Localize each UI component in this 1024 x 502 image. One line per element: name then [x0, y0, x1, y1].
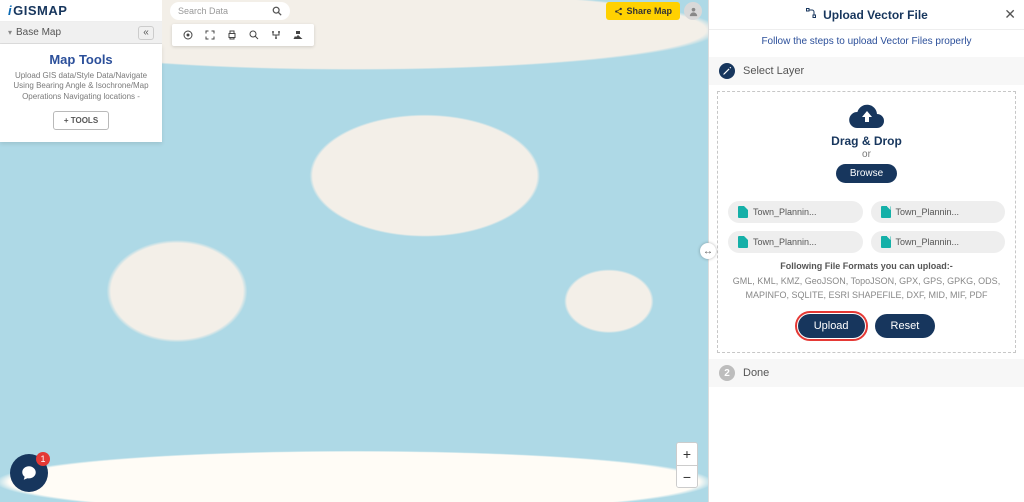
- drop-zone[interactable]: Drag & Drop or Browse Town_Plannin... To…: [717, 91, 1016, 353]
- panel-resize-handle[interactable]: ↔: [700, 243, 716, 259]
- close-icon[interactable]: ✕: [1004, 6, 1016, 23]
- step-2-number: 2: [719, 365, 735, 381]
- fullscreen-icon[interactable]: [204, 29, 216, 41]
- caret-down-icon: ▾: [8, 28, 12, 37]
- tools-button[interactable]: + TOOLS: [53, 111, 109, 130]
- search-tool-icon[interactable]: [248, 29, 260, 41]
- drag-drop-label: Drag & Drop: [831, 134, 902, 148]
- upload-title: Upload Vector File: [823, 8, 928, 22]
- browse-button[interactable]: Browse: [836, 164, 897, 183]
- reset-button[interactable]: Reset: [875, 314, 936, 338]
- brand-i: i: [8, 3, 12, 18]
- zoom-control: + −: [676, 442, 698, 488]
- action-buttons: Upload Reset: [798, 314, 936, 338]
- share-tool-icon[interactable]: [270, 29, 282, 41]
- file-icon: [881, 206, 891, 218]
- uploaded-files: Town_Plannin... Town_Plannin... Town_Pla…: [728, 201, 1005, 253]
- file-icon: [738, 236, 748, 248]
- zoom-out-button[interactable]: −: [677, 465, 697, 487]
- file-chip[interactable]: Town_Plannin...: [728, 201, 863, 223]
- basemap-toggle[interactable]: ▾Base Map «: [0, 22, 162, 44]
- formats-list: GML, KML, KMZ, GeoJSON, TopoJSON, GPX, G…: [728, 275, 1005, 302]
- upload-button[interactable]: Upload: [798, 314, 865, 338]
- search-input[interactable]: Search Data: [170, 2, 290, 20]
- file-name: Town_Plannin...: [896, 207, 960, 217]
- or-label: or: [862, 149, 871, 160]
- user-avatar[interactable]: [684, 2, 702, 20]
- share-icon: [614, 7, 623, 16]
- brand-bar: iGISMAP: [0, 0, 162, 22]
- map-tools-card: Map Tools Upload GIS data/Style Data/Nav…: [0, 44, 162, 142]
- file-icon: [881, 236, 891, 248]
- file-icon: [738, 206, 748, 218]
- file-chip[interactable]: Town_Plannin...: [871, 201, 1006, 223]
- print-icon[interactable]: [226, 29, 238, 41]
- chat-badge: 1: [36, 452, 50, 466]
- search-icon: [272, 6, 282, 16]
- tools-desc: Upload GIS data/Style Data/Navigate Usin…: [10, 71, 152, 102]
- search-placeholder: Search Data: [178, 6, 228, 16]
- chat-button[interactable]: 1: [10, 454, 48, 492]
- file-name: Town_Plannin...: [753, 237, 817, 247]
- upload-header: Upload Vector File ✕: [709, 0, 1024, 30]
- step-2-row[interactable]: 2 Done: [709, 359, 1024, 387]
- step-1-row[interactable]: Select Layer: [709, 57, 1024, 85]
- file-chip[interactable]: Town_Plannin...: [728, 231, 863, 253]
- step-2-label: Done: [743, 367, 769, 379]
- brand-gis: GIS: [13, 3, 37, 18]
- step-1-label: Select Layer: [743, 65, 804, 77]
- share-map-button[interactable]: Share Map: [606, 2, 680, 20]
- cloud-upload-icon: [849, 104, 885, 130]
- locate-icon[interactable]: [182, 29, 194, 41]
- share-label: Share Map: [626, 6, 672, 16]
- file-name: Town_Plannin...: [896, 237, 960, 247]
- collapse-panel-icon[interactable]: «: [138, 26, 154, 40]
- tools-title: Map Tools: [10, 52, 152, 67]
- file-chip[interactable]: Town_Plannin...: [871, 231, 1006, 253]
- file-name: Town_Plannin...: [753, 207, 817, 217]
- upload-subtitle: Follow the steps to upload Vector Files …: [709, 30, 1024, 57]
- zoom-in-button[interactable]: +: [677, 443, 697, 465]
- upload-panel: Upload Vector File ✕ Follow the steps to…: [708, 0, 1024, 502]
- pencil-icon: [719, 63, 735, 79]
- settings-icon[interactable]: [292, 29, 304, 41]
- brand-map: MAP: [37, 3, 67, 18]
- formats-heading: Following File Formats you can upload:-: [780, 261, 953, 271]
- vector-icon: [805, 7, 817, 22]
- brand-logo: iGISMAP: [8, 3, 67, 18]
- basemap-label: ▾Base Map: [8, 27, 61, 38]
- map-toolbar: [172, 24, 314, 46]
